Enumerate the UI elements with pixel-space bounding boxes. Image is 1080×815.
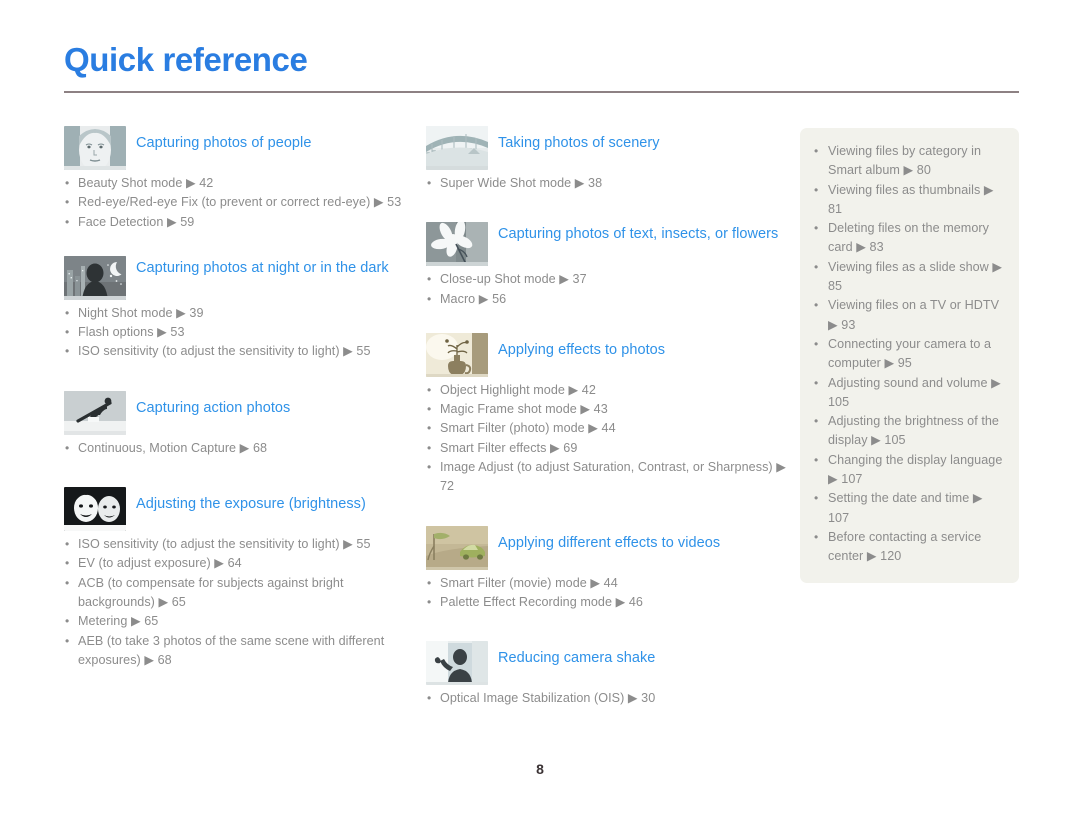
section-header: Capturing photos of people xyxy=(64,126,409,170)
list-item: Changing the display language ▶ 107 xyxy=(812,451,1005,490)
snowboarder-action-thumbnail xyxy=(64,390,126,435)
section-applying-effects-to-videos: Applying different effects to videos Sma… xyxy=(426,525,786,613)
section-header: Taking photos of scenery xyxy=(426,126,786,170)
list-item: Metering ▶ 65 xyxy=(64,612,409,632)
white-flower-macro-thumbnail xyxy=(426,222,488,267)
section-header: Capturing photos at night or in the dark xyxy=(64,255,409,300)
section-bullet-list: Object Highlight mode ▶ 42 Magic Frame s… xyxy=(426,381,786,497)
section-header: Capturing action photos xyxy=(64,390,409,435)
list-item: Adjusting the brightness of the display … xyxy=(812,412,1005,451)
section-adjusting-the-exposure: Adjusting the exposure (brightness) ISO … xyxy=(64,487,409,670)
list-item: AEB (to take 3 photos of the same scene … xyxy=(64,632,409,671)
quick-reference-page: Quick reference Capturing photos of peop… xyxy=(0,0,1080,815)
section-capturing-photos-of-text-insects-flowers: Capturing photos of text, insects, or fl… xyxy=(426,222,786,309)
section-title: Capturing photos at night or in the dark xyxy=(136,259,389,276)
green-car-video-effect-thumbnail xyxy=(426,525,488,570)
list-item: Object Highlight mode ▶ 42 xyxy=(426,381,786,401)
section-header: Capturing photos of text, insects, or fl… xyxy=(426,222,786,267)
panel-bullet-list: Viewing files by category in Smart album… xyxy=(812,142,1005,567)
middle-column: Taking photos of scenery Super Wide Shot… xyxy=(426,126,786,711)
section-title: Capturing photos of text, insects, or fl… xyxy=(498,226,779,243)
playback-settings-panel: Viewing files by category in Smart album… xyxy=(800,128,1019,583)
list-item: Viewing files as thumbnails ▶ 81 xyxy=(812,181,1005,220)
list-item: Connecting your camera to a computer ▶ 9… xyxy=(812,335,1005,374)
list-item: Smart Filter effects ▶ 69 xyxy=(426,439,786,459)
list-item: Close-up Shot mode ▶ 37 xyxy=(426,270,786,290)
section-reducing-camera-shake: Reducing camera shake Optical Image Stab… xyxy=(426,641,786,709)
list-item: Viewing files by category in Smart album… xyxy=(812,142,1005,181)
list-item: Deleting files on the memory card ▶ 83 xyxy=(812,219,1005,258)
list-item: EV (to adjust exposure) ▶ 64 xyxy=(64,554,409,574)
section-title: Capturing action photos xyxy=(136,399,291,416)
list-item: ISO sensitivity (to adjust the sensitivi… xyxy=(64,535,409,555)
bridge-skyline-scenery-thumbnail xyxy=(426,126,488,170)
list-item: Smart Filter (movie) mode ▶ 44 xyxy=(426,574,786,594)
list-item: Night Shot mode ▶ 39 xyxy=(64,304,409,324)
section-capturing-photos-of-people: Capturing photos of people Beauty Shot m… xyxy=(64,126,409,232)
section-title: Taking photos of scenery xyxy=(498,135,660,151)
list-item: Continuous, Motion Capture ▶ 68 xyxy=(64,439,409,459)
list-item: Face Detection ▶ 59 xyxy=(64,213,409,233)
list-item: Smart Filter (photo) mode ▶ 44 xyxy=(426,419,786,439)
list-item: Super Wide Shot mode ▶ 38 xyxy=(426,174,786,194)
list-item: Viewing files as a slide show ▶ 85 xyxy=(812,258,1005,297)
list-item: Image Adjust (to adjust Saturation, Cont… xyxy=(426,458,786,497)
section-bullet-list: Smart Filter (movie) mode ▶ 44 Palette E… xyxy=(426,574,786,613)
section-capturing-photos-at-night: Capturing photos at night or in the dark… xyxy=(64,255,409,362)
list-item: ACB (to compensate for subjects against … xyxy=(64,574,409,613)
left-column: Capturing photos of people Beauty Shot m… xyxy=(64,126,409,672)
section-title: Applying effects to photos xyxy=(498,341,666,358)
section-header: Reducing camera shake xyxy=(426,641,786,686)
list-item: Red-eye/Red-eye Fix (to prevent or corre… xyxy=(64,193,409,213)
section-title: Reducing camera shake xyxy=(498,650,656,667)
section-title: Applying different effects to videos xyxy=(498,534,721,551)
section-header: Applying different effects to videos xyxy=(426,525,786,570)
two-faces-exposure-thumbnail xyxy=(64,487,126,532)
section-applying-effects-to-photos: Applying effects to photos Object Highli… xyxy=(426,332,786,497)
page-number: 8 xyxy=(536,761,544,777)
section-title: Adjusting the exposure (brightness) xyxy=(136,496,366,513)
list-item: Macro ▶ 56 xyxy=(426,290,786,310)
section-bullet-list: Continuous, Motion Capture ▶ 68 xyxy=(64,439,409,459)
title-divider xyxy=(64,91,1019,93)
list-item: Setting the date and time ▶ 107 xyxy=(812,489,1005,528)
list-item: Beauty Shot mode ▶ 42 xyxy=(64,174,409,194)
list-item: Flash options ▶ 53 xyxy=(64,323,409,343)
list-item: Viewing files on a TV or HDTV ▶ 93 xyxy=(812,296,1005,335)
person-waving-shake-thumbnail xyxy=(426,641,488,686)
vase-sepia-effect-thumbnail xyxy=(426,332,488,377)
list-item: Before contacting a service center ▶ 120 xyxy=(812,528,1005,567)
list-item: Palette Effect Recording mode ▶ 46 xyxy=(426,593,786,613)
page-title: Quick reference xyxy=(64,41,308,78)
list-item: Optical Image Stabilization (OIS) ▶ 30 xyxy=(426,689,786,709)
section-taking-photos-of-scenery: Taking photos of scenery Super Wide Shot… xyxy=(426,126,786,194)
section-header: Applying effects to photos xyxy=(426,332,786,377)
section-header: Adjusting the exposure (brightness) xyxy=(64,487,409,532)
night-silhouette-moon-thumbnail xyxy=(64,255,126,300)
section-bullet-list: Super Wide Shot mode ▶ 38 xyxy=(426,174,786,194)
section-bullet-list: ISO sensitivity (to adjust the sensitivi… xyxy=(64,535,409,670)
list-item: Adjusting sound and volume ▶ 105 xyxy=(812,374,1005,413)
section-title: Capturing photos of people xyxy=(136,135,312,151)
section-capturing-action-photos: Capturing action photos Continuous, Moti… xyxy=(64,390,409,459)
section-bullet-list: Beauty Shot mode ▶ 42 Red-eye/Red-eye Fi… xyxy=(64,174,409,232)
section-bullet-list: Close-up Shot mode ▶ 37 Macro ▶ 56 xyxy=(426,270,786,309)
list-item: Magic Frame shot mode ▶ 43 xyxy=(426,400,786,420)
list-item: ISO sensitivity (to adjust the sensitivi… xyxy=(64,342,409,362)
section-bullet-list: Optical Image Stabilization (OIS) ▶ 30 xyxy=(426,689,786,709)
portrait-face-thumbnail xyxy=(64,126,126,170)
section-bullet-list: Night Shot mode ▶ 39 Flash options ▶ 53 … xyxy=(64,304,409,362)
